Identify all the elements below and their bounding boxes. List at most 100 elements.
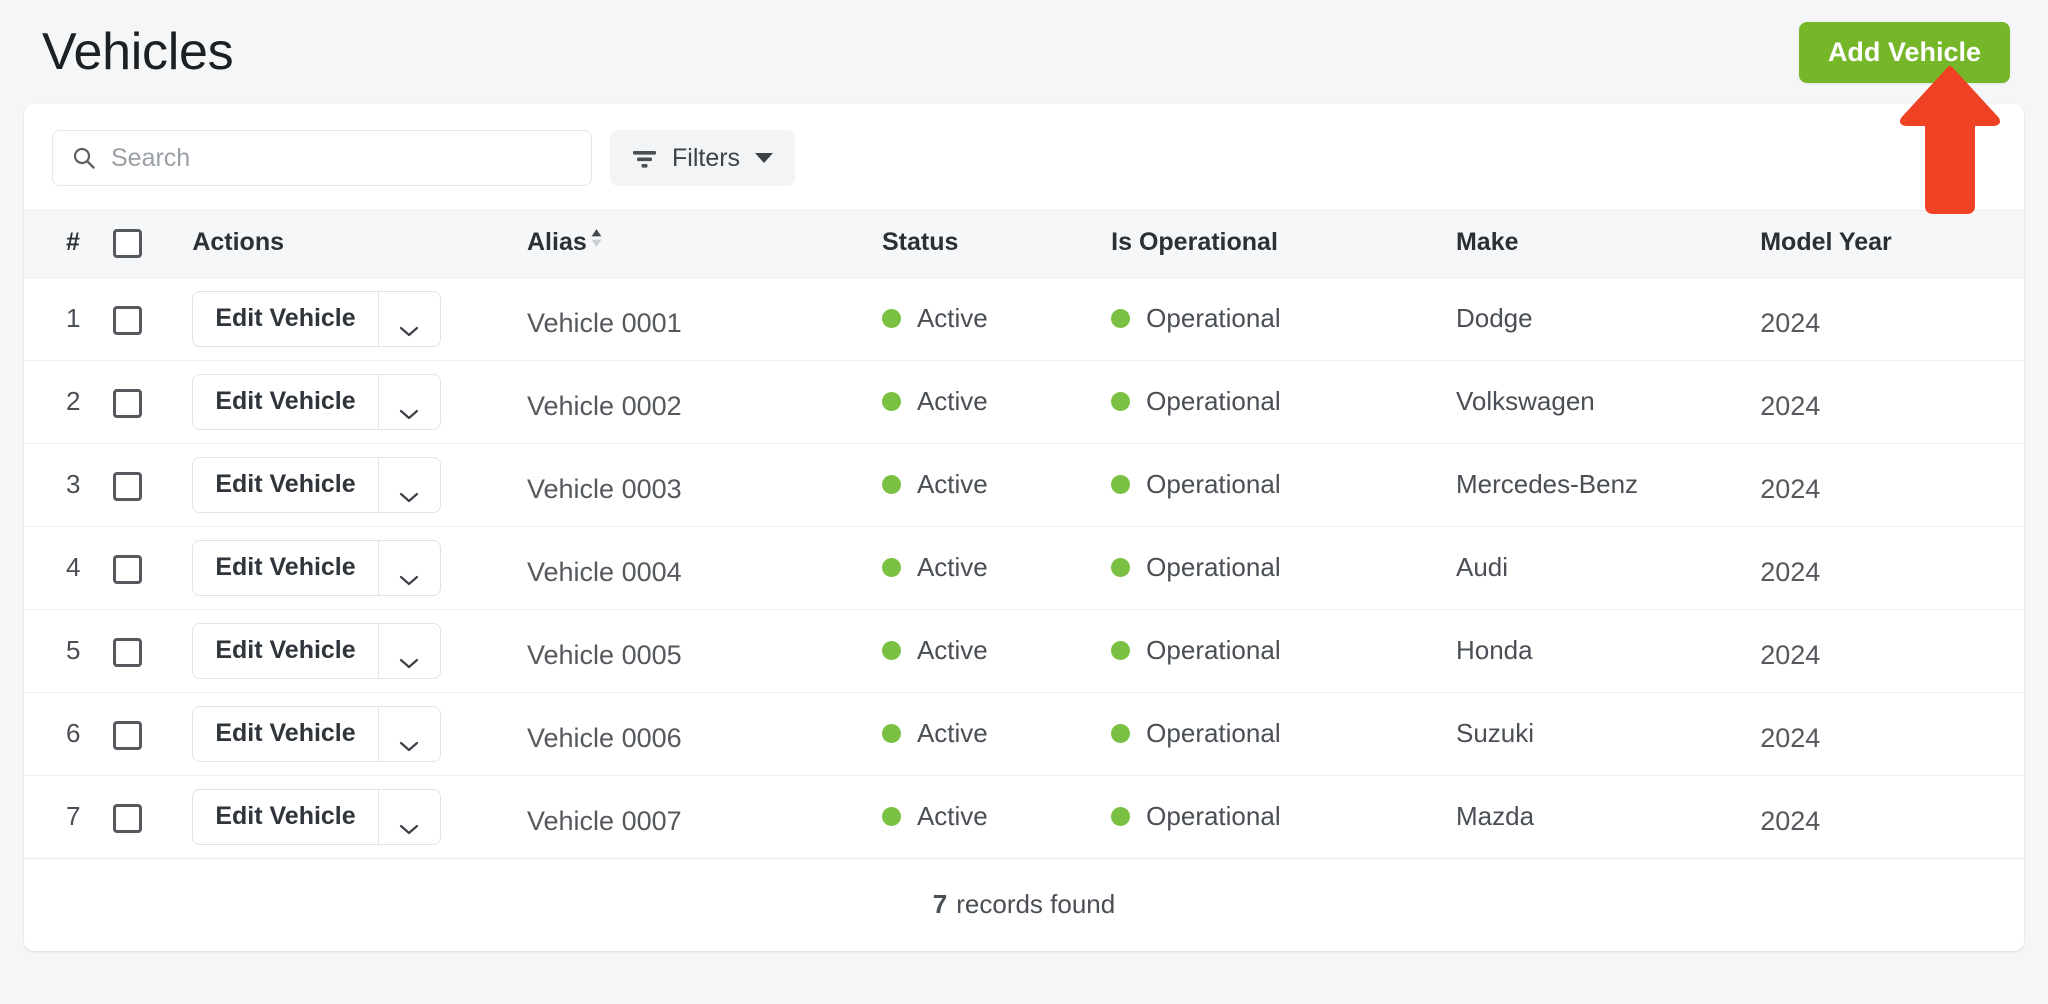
status-dot-icon [881, 558, 901, 578]
chevron-down-icon [399, 562, 419, 586]
column-header-alias-label: Alias [527, 228, 587, 256]
chevron-down-icon [399, 479, 419, 503]
edit-vehicle-split-button[interactable]: Edit Vehicle [192, 373, 441, 430]
edit-vehicle-split-button[interactable]: Edit Vehicle [192, 456, 441, 513]
edit-vehicle-split-button[interactable]: Edit Vehicle [192, 788, 441, 845]
row-operational: Operational [1146, 635, 1281, 666]
row-model-year-cell: 2024 [1760, 360, 2024, 444]
column-header-is-operational: Is Operational [1111, 228, 1278, 257]
edit-vehicle-dropdown-toggle[interactable] [377, 706, 440, 761]
row-actions-cell: Edit Vehicle [192, 277, 527, 361]
edit-vehicle-split-button[interactable]: Edit Vehicle [192, 705, 441, 762]
row-select-checkbox[interactable] [113, 388, 143, 418]
row-status-cell: Active [881, 775, 1112, 859]
row-select-checkbox[interactable] [113, 305, 143, 335]
chevron-down-icon [399, 728, 419, 752]
page-header: Vehicles Add Vehicle [0, 0, 2048, 104]
operational-dot-icon [1111, 558, 1131, 578]
operational-dot-icon [1111, 724, 1131, 744]
row-actions-cell: Edit Vehicle [192, 360, 527, 444]
row-select-checkbox[interactable] [113, 803, 143, 833]
edit-vehicle-dropdown-toggle[interactable] [377, 457, 440, 512]
row-status-cell: Active [881, 443, 1112, 527]
add-vehicle-button[interactable]: Add Vehicle [1798, 21, 2010, 83]
edit-vehicle-dropdown-toggle[interactable] [377, 291, 440, 346]
row-number-cell: 2 [24, 360, 114, 444]
row-status: Active [916, 635, 988, 666]
edit-vehicle-split-button[interactable]: Edit Vehicle [192, 290, 441, 347]
row-number: 6 [66, 718, 81, 749]
row-make-cell: Mazda [1455, 775, 1761, 859]
edit-vehicle-dropdown-toggle[interactable] [377, 374, 440, 429]
row-make-cell: Suzuki [1455, 692, 1761, 776]
edit-vehicle-button[interactable]: Edit Vehicle [193, 623, 378, 678]
select-all-checkbox[interactable] [113, 228, 143, 258]
row-status-cell: Active [881, 609, 1112, 693]
edit-vehicle-button[interactable]: Edit Vehicle [193, 374, 378, 429]
chevron-down-icon [399, 645, 419, 669]
edit-vehicle-dropdown-toggle[interactable] [377, 789, 440, 844]
row-operational: Operational [1146, 552, 1281, 583]
operational-dot-icon [1111, 641, 1131, 661]
page-title: Vehicles [42, 23, 234, 81]
row-alias-cell: Vehicle 0004 [527, 526, 882, 610]
edit-vehicle-button[interactable]: Edit Vehicle [193, 291, 378, 346]
row-number: 7 [66, 801, 81, 832]
edit-vehicle-button[interactable]: Edit Vehicle [193, 789, 378, 844]
table-row: 6 Edit Vehicle Vehicle 0006 Active Operation… [24, 692, 2024, 776]
operational-dot-icon [1111, 807, 1131, 827]
row-status: Active [916, 552, 988, 583]
row-operational-cell: Operational [1111, 692, 1456, 776]
row-operational: Operational [1146, 303, 1281, 334]
row-operational: Operational [1146, 386, 1281, 417]
edit-vehicle-button[interactable]: Edit Vehicle [193, 706, 378, 761]
row-operational-cell: Operational [1111, 277, 1456, 361]
table-body: 1 Edit Vehicle Vehicle 0001 Active Operation… [24, 277, 2024, 859]
column-header-number[interactable]: # [24, 211, 113, 278]
column-header-actions: Actions [192, 228, 285, 257]
row-alias: Vehicle 0001 [527, 308, 682, 339]
edit-vehicle-dropdown-toggle[interactable] [377, 540, 440, 595]
row-select-cell [113, 443, 193, 527]
column-header-make: Make [1455, 228, 1519, 257]
row-number: 5 [66, 635, 81, 666]
edit-vehicle-split-button[interactable]: Edit Vehicle [192, 622, 441, 679]
vehicles-table: # Actions Alias Status Is Operational Ma… [24, 210, 2024, 859]
row-select-checkbox[interactable] [113, 637, 143, 667]
row-status-cell: Active [881, 526, 1112, 610]
row-select-checkbox[interactable] [113, 720, 143, 750]
operational-dot-icon [1111, 392, 1131, 412]
row-model-year: 2024 [1760, 308, 1821, 339]
table-head: # Actions Alias Status Is Operational Ma… [24, 210, 2024, 278]
records-count: 7 [932, 889, 948, 920]
chevron-down-icon [755, 153, 774, 163]
table-row: 1 Edit Vehicle Vehicle 0001 Active Operation… [24, 277, 2024, 361]
edit-vehicle-button[interactable]: Edit Vehicle [193, 457, 378, 512]
row-select-checkbox[interactable] [113, 554, 143, 584]
row-select-cell [113, 609, 193, 693]
status-dot-icon [881, 807, 901, 827]
status-dot-icon [881, 475, 901, 495]
row-make: Mercedes-Benz [1455, 469, 1639, 500]
row-select-cell [113, 277, 193, 361]
row-make-cell: Mercedes-Benz [1455, 443, 1761, 527]
row-model-year: 2024 [1760, 557, 1821, 588]
edit-vehicle-button[interactable]: Edit Vehicle [193, 540, 378, 595]
edit-vehicle-split-button[interactable]: Edit Vehicle [192, 539, 441, 596]
row-alias: Vehicle 0007 [527, 806, 682, 837]
row-model-year-cell: 2024 [1760, 277, 2024, 361]
row-make: Audi [1455, 552, 1509, 583]
row-select-cell [113, 775, 193, 859]
search-field[interactable] [52, 130, 592, 186]
column-header-alias[interactable]: Alias [527, 211, 882, 278]
row-status: Active [916, 386, 988, 417]
row-operational-cell: Operational [1111, 609, 1456, 693]
filters-button[interactable]: Filters [610, 130, 796, 186]
row-alias-cell: Vehicle 0005 [527, 609, 882, 693]
row-number-cell: 3 [24, 443, 114, 527]
search-input[interactable] [109, 131, 591, 185]
row-select-checkbox[interactable] [113, 471, 143, 501]
edit-vehicle-dropdown-toggle[interactable] [377, 623, 440, 678]
status-dot-icon [881, 641, 901, 661]
row-operational: Operational [1146, 469, 1281, 500]
